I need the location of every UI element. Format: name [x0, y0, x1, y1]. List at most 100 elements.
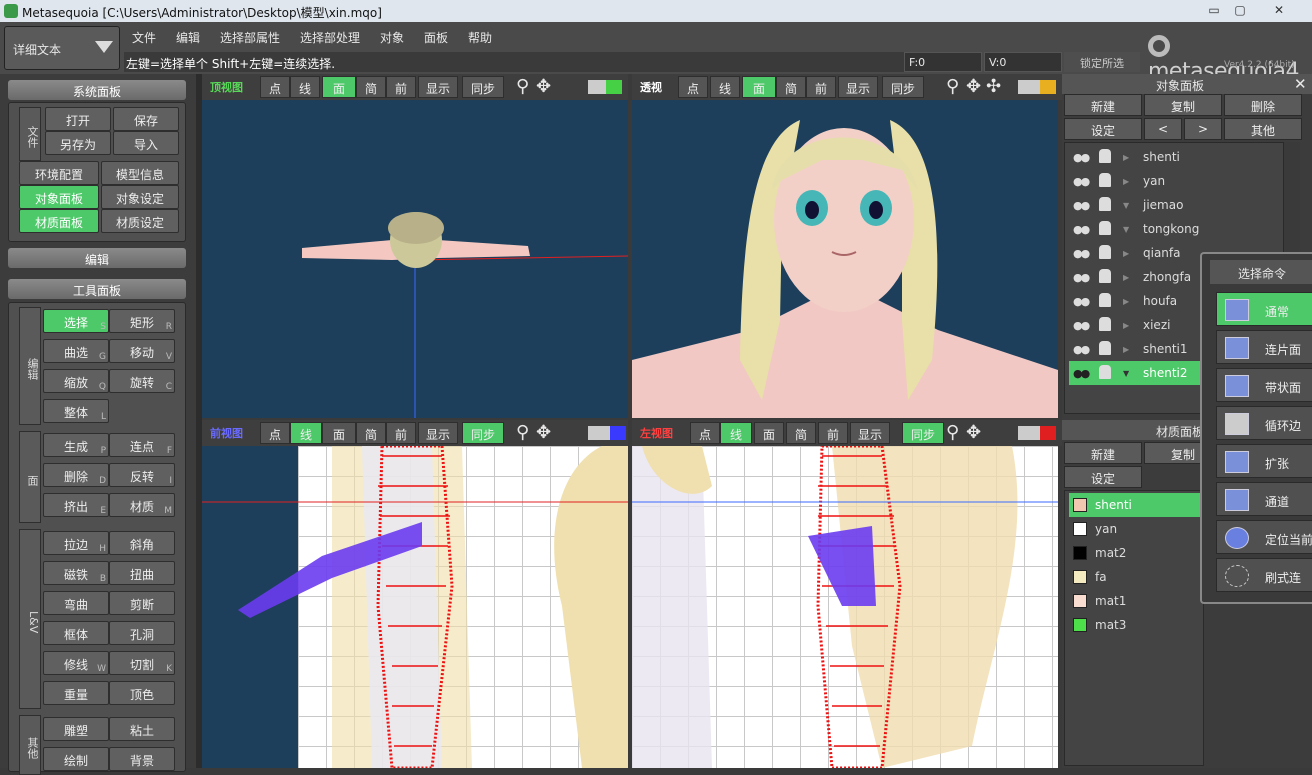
bend-tool[interactable]: 弯曲 [43, 591, 109, 615]
material-settings-button[interactable]: 设定 [1064, 466, 1142, 488]
line-mode-button[interactable]: 线 [710, 76, 740, 98]
sync-button[interactable]: 同步 [462, 76, 504, 98]
pan-icon[interactable]: ✥ [536, 422, 551, 443]
lock-icon[interactable] [1099, 149, 1111, 163]
restore-button[interactable]: ▢ [1228, 2, 1252, 18]
lattice-tool[interactable]: 框体 [43, 621, 109, 645]
face-mode-button[interactable]: 面 [742, 76, 776, 98]
line-mode-button[interactable]: 线 [290, 422, 322, 444]
menu-edit[interactable]: 编辑 [170, 27, 206, 48]
expand-icon[interactable]: ▶ [1123, 345, 1129, 354]
expand-icon[interactable]: ▶ [1123, 177, 1129, 186]
trim-tool[interactable]: 修线 W [43, 651, 109, 675]
object-settings-button[interactable]: 设定 [1064, 118, 1142, 140]
object-settings-button[interactable]: 对象设定 [101, 185, 179, 209]
system-panel-header[interactable]: 系统面板 [8, 80, 186, 100]
select-channel-button[interactable]: 通道 [1216, 482, 1312, 516]
zoom-icon[interactable]: ⚲ [946, 422, 959, 443]
save-button[interactable]: 保存 [113, 107, 179, 131]
zoom-icon[interactable]: ⚲ [946, 76, 959, 97]
twist-tool[interactable]: 扭曲 [109, 561, 175, 585]
magnet-tool[interactable]: 磁铁 B [43, 561, 109, 585]
display-button[interactable]: 显示 [418, 422, 458, 444]
material-tool[interactable]: 材质 M [109, 493, 175, 517]
select-loop-button[interactable]: 循环边 [1216, 406, 1312, 440]
tool-panel-header[interactable]: 工具面板 [8, 279, 186, 299]
collapse-icon[interactable]: ▼ [1123, 369, 1129, 378]
visible-icon[interactable]: ●● [1073, 247, 1090, 260]
lock-icon[interactable] [1099, 245, 1111, 259]
weight-tool[interactable]: 重量 [43, 681, 109, 705]
expand-icon[interactable]: ▶ [1123, 321, 1129, 330]
lock-selection-button[interactable]: 锁定所选 [1064, 52, 1140, 72]
object-panel-toggle[interactable]: 对象面板 [19, 185, 99, 209]
delete-object-button[interactable]: 删除 [1224, 94, 1302, 116]
simple-mode-button[interactable]: 简 [776, 76, 806, 98]
expand-icon[interactable]: ▶ [1123, 153, 1129, 162]
face-mode-button[interactable]: 面 [754, 422, 784, 444]
lock-icon[interactable] [1099, 317, 1111, 331]
zoom-icon[interactable]: ⚲ [516, 76, 529, 97]
select-expand-button[interactable]: 扩张 [1216, 444, 1312, 478]
monitor-icon[interactable] [1018, 426, 1056, 440]
close-window-button[interactable]: ✕ [1264, 2, 1294, 18]
extrude-tool[interactable]: 挤出 E [43, 493, 109, 517]
visible-icon[interactable]: ●● [1073, 295, 1090, 308]
expand-icon[interactable]: ▶ [1123, 249, 1129, 258]
shear-tool[interactable]: 剪断 [109, 591, 175, 615]
material-row-shenti[interactable]: shenti [1069, 493, 1203, 517]
material-row-mat3[interactable]: mat3 [1069, 613, 1203, 637]
select-connected-button[interactable]: 连片面 [1216, 330, 1312, 364]
top-view-label[interactable]: 顶视图 [210, 79, 243, 95]
simple-mode-button[interactable]: 简 [356, 76, 386, 98]
scale-tool[interactable]: 缩放 Q [43, 369, 109, 393]
edit-panel-header[interactable]: 编辑 [8, 248, 186, 268]
env-config-button[interactable]: 环境配置 [19, 161, 99, 185]
perspective-label[interactable]: 透视 [640, 79, 662, 95]
lock-icon[interactable] [1099, 197, 1111, 211]
hole-tool[interactable]: 孔洞 [109, 621, 175, 645]
detail-dropdown[interactable]: 详细文本 [4, 26, 120, 70]
brush-select-button[interactable]: 刷式连 [1216, 558, 1312, 592]
simple-mode-button[interactable]: 简 [786, 422, 816, 444]
pan-icon[interactable]: ✥ [536, 76, 551, 97]
pan-icon[interactable]: ✥ [966, 422, 981, 443]
face-mode-button[interactable]: 面 [322, 422, 356, 444]
select-band-button[interactable]: 带状面 [1216, 368, 1312, 402]
curve-select-tool[interactable]: 曲选 G [43, 339, 109, 363]
menu-help[interactable]: 帮助 [462, 27, 498, 48]
material-row-yan[interactable]: yan [1069, 517, 1203, 541]
display-button[interactable]: 显示 [418, 76, 458, 98]
locate-current-button[interactable]: 定位当前 [1216, 520, 1312, 554]
sync-button[interactable]: 同步 [902, 422, 944, 444]
visible-icon[interactable]: ●● [1073, 199, 1090, 212]
menu-select-attr[interactable]: 选择部属性 [214, 27, 286, 48]
visible-icon[interactable]: ●● [1073, 319, 1090, 332]
lock-icon[interactable] [1099, 173, 1111, 187]
new-object-button[interactable]: 新建 [1064, 94, 1142, 116]
model-info-button[interactable]: 模型信息 [101, 161, 179, 185]
pan-icon[interactable]: ✥ [966, 76, 981, 97]
delete-tool[interactable]: 删除 D [43, 463, 109, 487]
front-button[interactable]: 前 [818, 422, 848, 444]
select-tool[interactable]: 选择 S [43, 309, 109, 333]
open-button[interactable]: 打开 [45, 107, 111, 131]
object-row-jiemao[interactable]: ●● ▼ jiemao [1069, 193, 1281, 217]
visible-icon[interactable]: ●● [1073, 223, 1090, 236]
cut-tool[interactable]: 切割 K [109, 651, 175, 675]
left-viewport[interactable] [632, 446, 1058, 768]
flip-tool[interactable]: 反转 I [109, 463, 175, 487]
front-view-label[interactable]: 前视图 [210, 425, 243, 441]
move-tool[interactable]: 移动 V [109, 339, 175, 363]
new-material-button[interactable]: 新建 [1064, 442, 1142, 464]
lock-icon[interactable] [1099, 269, 1111, 283]
object-row-yan[interactable]: ●● ▶ yan [1069, 169, 1281, 193]
menu-panel[interactable]: 面板 [418, 27, 454, 48]
minimize-button[interactable]: ▭ [1202, 2, 1226, 18]
paint-tool[interactable]: 绘制 [43, 747, 109, 771]
front-button[interactable]: 前 [386, 76, 416, 98]
rotate-view-icon[interactable]: ✣ [986, 76, 1001, 97]
close-icon[interactable]: ✕ [1294, 75, 1307, 93]
whole-tool[interactable]: 整体 L [43, 399, 109, 423]
visible-icon[interactable]: ●● [1073, 151, 1090, 164]
